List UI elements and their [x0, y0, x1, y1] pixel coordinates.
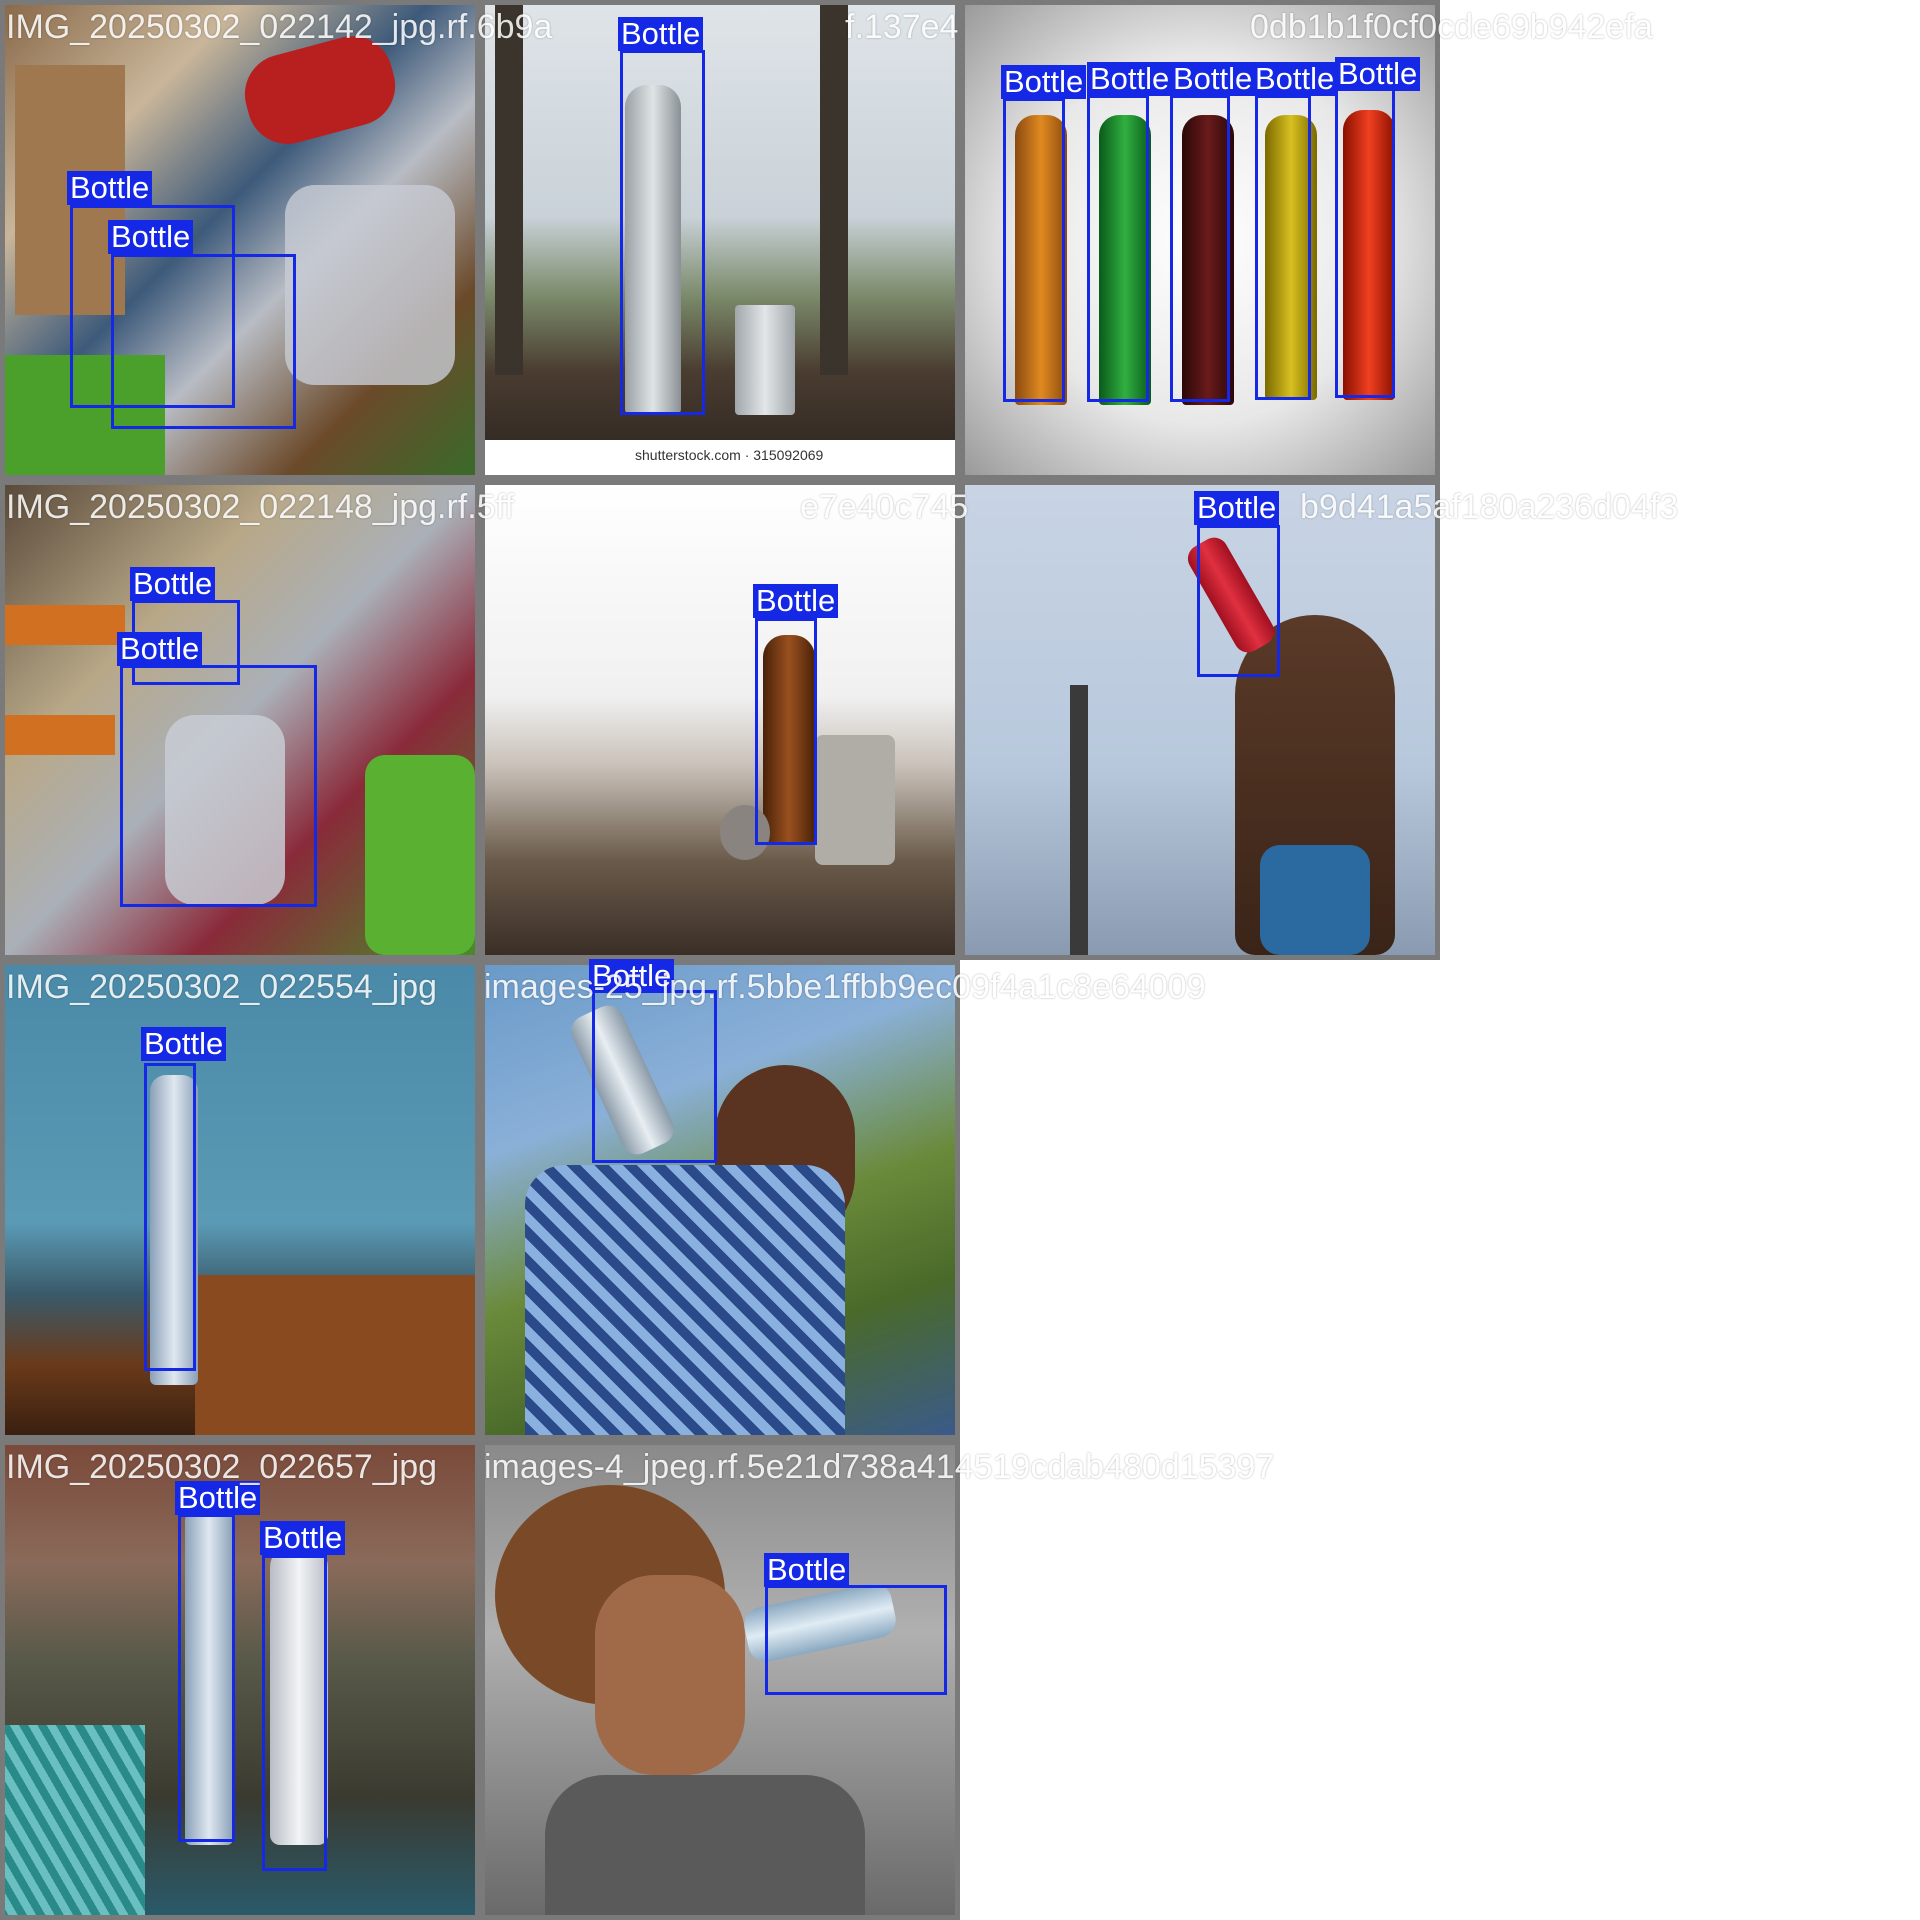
- detection-label: Bottle: [260, 1521, 346, 1555]
- ceramic-mug: [815, 735, 895, 865]
- detection-box: [1087, 95, 1149, 402]
- tile-filename: images-25_jpg.rf.5bbe1ffbb9ec09f4a1c8e64…: [484, 968, 1206, 1006]
- image-tile-8: [480, 960, 960, 1440]
- image-tile-5: [480, 480, 960, 960]
- detection-label: Bottle: [1001, 65, 1087, 99]
- detection-box: [765, 1585, 947, 1695]
- window-frame: [820, 5, 848, 375]
- orange-rail: [5, 605, 125, 645]
- detection-label: Bottle: [753, 584, 839, 618]
- tile-filename: IMG_20250302_022142_jpg.rf.6b9a: [6, 8, 553, 46]
- plastic-wrap: [285, 185, 455, 385]
- tile-filename: IMG_20250302_022657_jpg: [6, 1448, 438, 1486]
- detection-box: [1003, 98, 1065, 402]
- detection-box: [1335, 88, 1395, 398]
- drinking-glass: [735, 305, 795, 415]
- detection-box: [178, 1514, 235, 1842]
- tank-top: [1260, 845, 1370, 955]
- green-bucket: [365, 755, 475, 955]
- detection-box: [111, 254, 296, 429]
- checkered-shirt: [525, 1165, 845, 1435]
- woman-face: [595, 1575, 745, 1775]
- detection-label: Bottle: [1170, 62, 1256, 96]
- tile-filename: b9d41a5af180a236d04f3: [1300, 488, 1679, 526]
- detection-label: Bottle: [175, 1481, 261, 1515]
- tile-filename: IMG_20250302_022148_jpg.rf.5ff: [6, 488, 514, 526]
- watermark-text: shutterstock.com · 315092069: [635, 447, 824, 463]
- detection-label: Bottle: [618, 17, 704, 51]
- detection-label: Bottle: [1087, 62, 1173, 96]
- tile-filename: IMG_20250302_022554_jpg: [6, 968, 438, 1006]
- tile-filename: images-4_jpeg.rf.5e21d738a414519cdab480d…: [484, 1448, 1275, 1486]
- tile-filename: 0db1b1f0cf0cde69b942efa: [1250, 8, 1653, 46]
- tile-filename: f.137e4: [845, 8, 959, 46]
- window-frame: [495, 5, 523, 375]
- window-scene: [485, 5, 955, 475]
- detection-label: Bottle: [764, 1553, 850, 1587]
- orange-rail: [5, 715, 115, 755]
- tile-filename: e7e40c745: [800, 488, 969, 526]
- detection-label: Bottle: [130, 567, 216, 601]
- detection-box: [620, 50, 705, 415]
- teal-mat: [5, 1725, 145, 1915]
- detection-label: Bottle: [1335, 57, 1421, 91]
- image-tile-7: [0, 960, 480, 1440]
- detection-label: Bottle: [1252, 62, 1338, 96]
- pole: [1070, 685, 1088, 955]
- detection-label: Bottle: [67, 171, 153, 205]
- grey-hoodie: [545, 1775, 865, 1915]
- detection-label: Bottle: [141, 1027, 227, 1061]
- image-tile-2: shutterstock.com · 315092069: [480, 0, 960, 480]
- detection-label: Bottle: [117, 632, 203, 666]
- detection-box: [120, 665, 317, 907]
- detection-box: [1170, 95, 1230, 402]
- detection-box: [144, 1063, 196, 1371]
- table-scene: [485, 485, 955, 955]
- detection-box: [1197, 525, 1280, 677]
- detection-box: [755, 618, 817, 845]
- detection-box: [592, 990, 717, 1163]
- detection-label: Bottle: [1194, 491, 1280, 525]
- detection-label: Bottle: [108, 220, 194, 254]
- wooden-shelf: [195, 1275, 475, 1435]
- detection-box: [1255, 95, 1311, 400]
- detection-box: [262, 1555, 327, 1871]
